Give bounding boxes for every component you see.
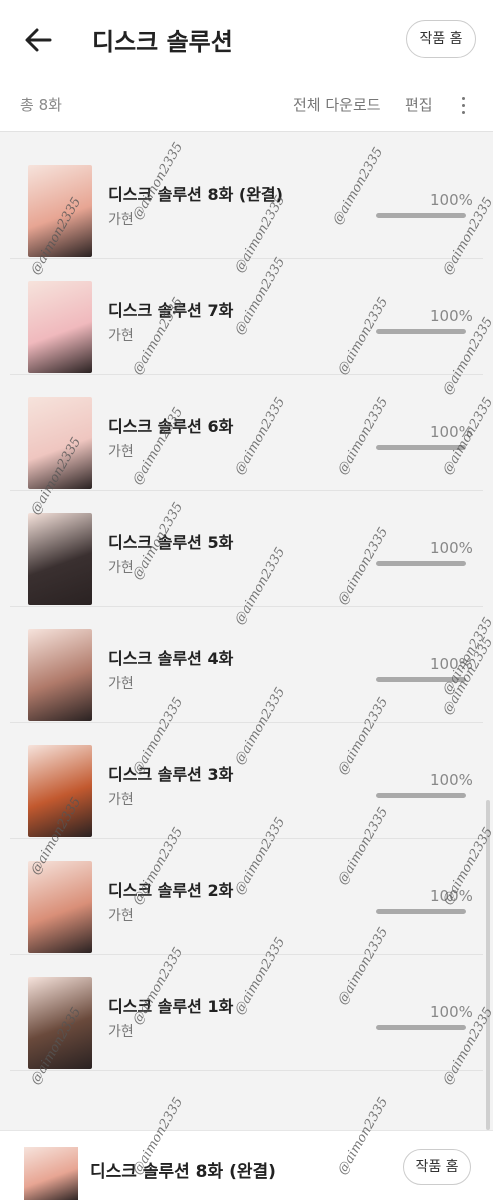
episode-list: 디스크 솔루션 8화 (완결) 가현 100% 디스크 솔루션 7화 가현 10…	[0, 143, 493, 1071]
episode-author: 가현	[108, 212, 134, 228]
episode-thumbnail	[28, 281, 92, 373]
progress-bar	[376, 1025, 466, 1030]
episode-title: 디스크 솔루션 3화	[108, 765, 234, 784]
progress-bar-fill	[376, 1025, 466, 1030]
episode-thumbnail	[28, 629, 92, 721]
episode-author: 가현	[108, 908, 134, 924]
episode-title: 디스크 솔루션 5화	[108, 533, 234, 552]
progress-percent: 100%	[430, 307, 473, 325]
episode-row[interactable]: 디스크 솔루션 6화 가현 100%	[10, 375, 483, 491]
episode-row[interactable]: 디스크 솔루션 5화 가현 100%	[10, 491, 483, 607]
progress-bar-fill	[376, 561, 466, 566]
progress-bar-fill	[376, 445, 466, 450]
progress-bar	[376, 329, 466, 334]
progress-bar	[376, 677, 466, 682]
app-header: 디스크 솔루션 작품 홈	[0, 0, 493, 82]
progress-percent: 100%	[430, 539, 473, 557]
episode-thumbnail	[28, 861, 92, 953]
episode-row[interactable]: 디스크 솔루션 8화 (완결) 가현 100%	[10, 143, 483, 259]
episode-author: 가현	[108, 1024, 134, 1040]
episode-title: 디스크 솔루션 1화	[108, 997, 234, 1016]
series-home-button[interactable]: 작품 홈	[406, 20, 476, 58]
episode-thumbnail	[28, 745, 92, 837]
progress-bar	[376, 793, 466, 798]
footer-thumbnail	[24, 1147, 78, 1200]
episode-row[interactable]: 디스크 솔루션 7화 가현 100%	[10, 259, 483, 375]
episode-author: 가현	[108, 792, 134, 808]
episode-row[interactable]: 디스크 솔루션 3화 가현 100%	[10, 723, 483, 839]
progress-percent: 100%	[430, 655, 473, 673]
episode-author: 가현	[108, 328, 134, 344]
edit-button[interactable]: 편집	[405, 94, 433, 115]
episode-row[interactable]: 디스크 솔루션 4화 가현 100%	[10, 607, 483, 723]
episode-title: 디스크 솔루션 8화 (완결)	[108, 185, 283, 204]
list-toolbar: 총 8화 전체 다운로드 편집	[0, 82, 493, 132]
episode-author: 가현	[108, 676, 134, 692]
progress-bar-fill	[376, 213, 466, 218]
footer-episode-title: 디스크 솔루션 8화 (완결)	[90, 1162, 276, 1182]
episode-author: 가현	[108, 444, 134, 460]
episode-title: 디스크 솔루션 4화	[108, 649, 234, 668]
episode-count: 총 8화	[20, 96, 62, 114]
progress-bar	[376, 445, 466, 450]
progress-bar	[376, 909, 466, 914]
episode-title: 디스크 솔루션 2화	[108, 881, 234, 900]
episode-row[interactable]: 디스크 솔루션 2화 가현 100%	[10, 839, 483, 955]
episode-author: 가현	[108, 560, 134, 576]
episode-thumbnail	[28, 513, 92, 605]
page-title: 디스크 솔루션	[92, 28, 233, 56]
progress-percent: 100%	[430, 771, 473, 789]
progress-percent: 100%	[430, 423, 473, 441]
episode-title: 디스크 솔루션 6화	[108, 417, 234, 436]
back-arrow-icon[interactable]	[22, 24, 54, 56]
episode-thumbnail	[28, 977, 92, 1069]
now-reading-bar[interactable]: 디스크 솔루션 8화 (완결) 작품 홈	[0, 1130, 493, 1200]
progress-bar-fill	[376, 329, 466, 334]
download-all-button[interactable]: 전체 다운로드	[293, 94, 381, 115]
progress-percent: 100%	[430, 191, 473, 209]
episode-title: 디스크 솔루션 7화	[108, 301, 234, 320]
progress-bar-fill	[376, 793, 466, 798]
kebab-menu-icon[interactable]	[456, 94, 470, 118]
progress-bar-fill	[376, 909, 466, 914]
progress-percent: 100%	[430, 887, 473, 905]
episode-thumbnail	[28, 397, 92, 489]
progress-percent: 100%	[430, 1003, 473, 1021]
progress-bar-fill	[376, 677, 466, 682]
scrollbar[interactable]	[486, 800, 490, 1130]
footer-series-home-button[interactable]: 작품 홈	[403, 1149, 471, 1185]
episode-row[interactable]: 디스크 솔루션 1화 가현 100%	[10, 955, 483, 1071]
progress-bar	[376, 213, 466, 218]
progress-bar	[376, 561, 466, 566]
episode-thumbnail	[28, 165, 92, 257]
